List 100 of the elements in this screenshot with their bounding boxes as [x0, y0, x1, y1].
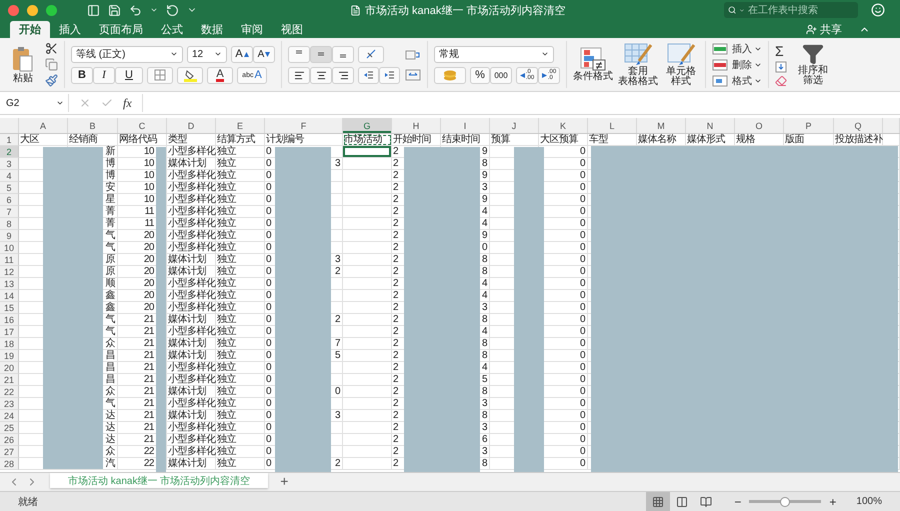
column-header[interactable]: E [216, 118, 265, 133]
column-header[interactable]: B [68, 118, 118, 133]
view-button[interactable] [646, 492, 670, 511]
decrease-indent-icon[interactable] [363, 70, 374, 80]
font-size-select[interactable]: 12 [187, 46, 227, 62]
cells-menu-button[interactable]: 格式 [732, 74, 752, 88]
row-header[interactable]: 2 [0, 146, 19, 158]
account-icon[interactable] [871, 3, 885, 17]
row-header[interactable]: 12 [0, 266, 19, 278]
row-header[interactable]: 8 [0, 218, 19, 230]
row-header[interactable]: 14 [0, 290, 19, 302]
row-header[interactable]: 5 [0, 182, 19, 194]
row-header[interactable]: 22 [0, 386, 19, 398]
column-header[interactable]: M [637, 118, 686, 133]
row-header[interactable]: 16 [0, 314, 19, 326]
redo-icon[interactable] [166, 4, 179, 16]
share-button[interactable]: 共享 [820, 22, 842, 37]
percent-button[interactable]: % [470, 66, 490, 84]
row-header[interactable]: 11 [0, 254, 19, 266]
zoom-in-button[interactable]: + [829, 494, 836, 508]
row-header[interactable]: 4 [0, 170, 19, 182]
row-header[interactable]: 19 [0, 350, 19, 362]
align-center-icon[interactable] [316, 70, 326, 80]
row-header[interactable]: 13 [0, 278, 19, 290]
ribbon-tab[interactable]: 公式 [152, 21, 192, 38]
row-header[interactable]: 7 [0, 206, 19, 218]
paste-button[interactable]: 粘贴 [13, 74, 33, 84]
row-header[interactable]: 20 [0, 362, 19, 374]
search-box[interactable]: 在工作表中搜索 [724, 2, 858, 18]
column-header[interactable]: Q [834, 118, 883, 133]
add-sheet-button[interactable]: + [280, 473, 288, 489]
minimize-button[interactable] [27, 4, 38, 16]
styles-button[interactable]: 单元格 样式 [666, 67, 696, 87]
autosum-button[interactable]: Σ [775, 42, 784, 58]
ribbon-tab[interactable]: 开始 [10, 21, 50, 38]
ribbon-tab[interactable]: 数据 [192, 21, 232, 38]
styles-button[interactable]: 条件格式 [573, 72, 613, 82]
increase-indent-icon[interactable] [384, 70, 395, 80]
wrap-text-icon[interactable] [405, 48, 421, 60]
row-header[interactable]: 17 [0, 326, 19, 338]
row-header[interactable]: 15 [0, 302, 19, 314]
row-header[interactable]: 18 [0, 338, 19, 350]
decrease-font-button[interactable]: A [253, 46, 275, 62]
row-header[interactable]: 1 [0, 134, 19, 146]
eraser-icon[interactable] [775, 74, 787, 86]
column-header[interactable]: D [167, 118, 216, 133]
increase-font-button[interactable]: A [231, 46, 253, 62]
search-field[interactable]: 在工作表中搜索 [748, 4, 858, 16]
align-left-icon[interactable] [294, 70, 304, 80]
styles-button[interactable]: 套用 表格格式 [618, 67, 658, 87]
undo-icon[interactable] [129, 4, 142, 16]
zoom-thumb[interactable] [780, 496, 790, 506]
row-header[interactable]: 3 [0, 158, 19, 170]
row-header[interactable]: 27 [0, 446, 19, 458]
row-header[interactable]: 26 [0, 434, 19, 446]
ribbon-tab[interactable]: 视图 [272, 21, 312, 38]
row-header[interactable]: 6 [0, 194, 19, 206]
font-color-button[interactable]: A [207, 66, 233, 84]
row-header[interactable]: 24 [0, 410, 19, 422]
paste-icon[interactable] [11, 45, 35, 73]
column-header[interactable]: G [343, 118, 392, 133]
merge-cells-icon[interactable] [405, 68, 421, 80]
ribbon-tab[interactable]: 审阅 [232, 21, 272, 38]
name-box[interactable]: G2 [0, 94, 69, 112]
column-header[interactable]: J [490, 118, 539, 133]
bold-button[interactable]: B [71, 66, 93, 84]
format-painter-icon[interactable] [45, 74, 58, 87]
column-header[interactable]: K [539, 118, 588, 133]
cells-menu-button[interactable]: 删除 [732, 58, 752, 72]
comma-style-button[interactable]: 000 [490, 66, 512, 84]
row-header[interactable]: 10 [0, 242, 19, 254]
column-header[interactable]: H [392, 118, 441, 133]
ribbon-tab[interactable]: 插入 [50, 21, 90, 38]
column-header[interactable]: N [686, 118, 735, 133]
column-header[interactable]: P [784, 118, 834, 133]
cut-icon[interactable] [45, 42, 58, 55]
sort-filter-button[interactable]: 排序和 筛选 [798, 66, 828, 86]
row-header[interactable]: 25 [0, 422, 19, 434]
filter-icon[interactable] [802, 43, 824, 65]
borders-icon[interactable] [154, 69, 166, 81]
orientation-icon[interactable] [365, 48, 377, 60]
zoom-button[interactable] [46, 4, 57, 16]
column-header[interactable]: C [118, 118, 167, 133]
ribbon-tab[interactable]: 页面布局 [90, 21, 152, 38]
function-button[interactable]: fx [123, 96, 132, 110]
sidebar-icon[interactable] [87, 4, 100, 16]
align-right-icon[interactable] [338, 70, 348, 80]
row-header[interactable]: 28 [0, 458, 19, 470]
row-header[interactable]: 9 [0, 230, 19, 242]
save-icon[interactable] [108, 4, 121, 16]
column-header[interactable]: O [735, 118, 784, 133]
sheet-tab[interactable]: 市场活动 kanak继一 市场活动列内容清空 [50, 473, 268, 488]
row-header[interactable]: 23 [0, 398, 19, 410]
column-header[interactable]: I [441, 118, 490, 133]
fill-down-icon[interactable] [775, 60, 787, 72]
italic-button[interactable]: I [93, 66, 115, 84]
cells-menu-button[interactable]: 插入 [732, 42, 752, 56]
column-header[interactable]: L [588, 118, 637, 133]
row-header[interactable]: 21 [0, 374, 19, 386]
fill-color-icon[interactable] [184, 68, 196, 82]
